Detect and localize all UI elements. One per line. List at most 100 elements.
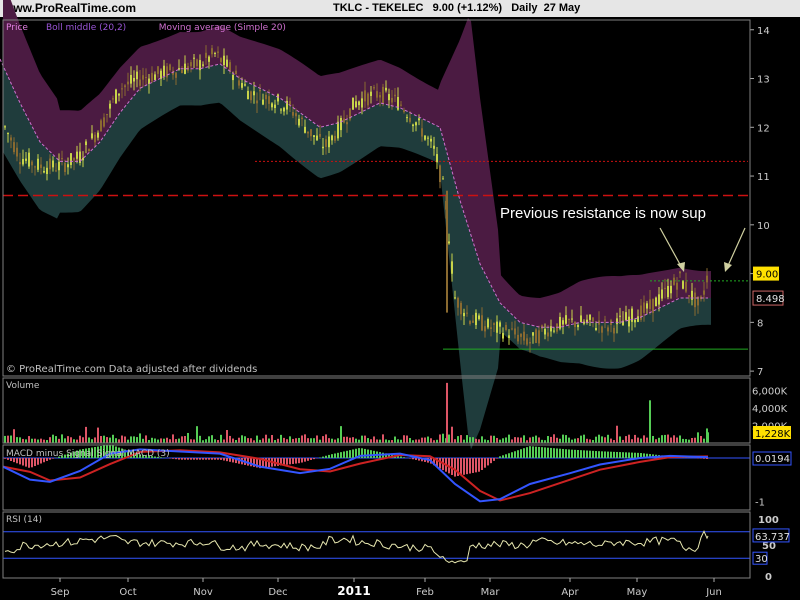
candle-body <box>592 317 594 322</box>
candle-body <box>28 152 30 167</box>
macd-histogram-bar <box>403 457 405 458</box>
candle-body <box>292 112 294 116</box>
volume-bar <box>13 429 15 443</box>
candle-body <box>313 135 315 138</box>
macd-histogram-bar <box>364 448 366 458</box>
macd-histogram-bar <box>268 458 270 467</box>
volume-bar <box>460 435 462 443</box>
volume-bar <box>325 434 327 443</box>
candle-body <box>103 117 105 127</box>
volume-bar <box>523 435 525 443</box>
volume-bar <box>481 436 483 443</box>
volume-bar <box>250 438 252 443</box>
volume-bar <box>589 439 591 443</box>
candle-body <box>346 122 348 125</box>
candle-body <box>10 137 12 141</box>
candle-body <box>325 139 327 147</box>
volume-bar <box>604 437 606 443</box>
volume-bar <box>694 437 696 443</box>
candle-body <box>454 297 456 299</box>
volume-bar <box>463 439 465 443</box>
volume-bar <box>61 434 63 443</box>
volume-bar <box>67 436 69 443</box>
price-tick-label: 8 <box>757 318 763 329</box>
volume-bar <box>496 437 498 443</box>
macd-histogram-bar <box>196 458 198 460</box>
volume-bar <box>85 426 87 443</box>
macd-histogram-bar <box>574 449 576 458</box>
candle-body <box>463 312 465 317</box>
volume-bar <box>232 438 234 443</box>
candle-body <box>169 64 171 71</box>
volume-bar <box>355 438 357 443</box>
volume-bar <box>688 439 690 443</box>
macd-histogram-bar <box>529 446 531 458</box>
volume-bar <box>106 437 108 443</box>
candle-body <box>649 299 651 309</box>
volume-bar <box>565 435 567 443</box>
volume-bar <box>331 438 333 443</box>
candle-body <box>16 147 18 157</box>
candle-body <box>310 129 312 137</box>
x-tick-label: Feb <box>416 587 434 598</box>
candle-body <box>562 320 564 325</box>
volume-title: Volume <box>6 381 40 391</box>
volume-bar <box>151 437 153 443</box>
candle-body <box>232 74 234 81</box>
x-tick-label: Mar <box>481 587 501 598</box>
volume-bar <box>361 435 363 443</box>
volume-bar <box>169 439 171 443</box>
volume-bar <box>508 434 510 443</box>
candle-body <box>460 302 462 315</box>
macd-histogram-bar <box>520 449 522 458</box>
volume-bar <box>139 433 141 443</box>
macd-histogram-bar <box>628 452 630 458</box>
volume-bar <box>667 434 669 443</box>
volume-bar <box>31 438 33 443</box>
macd-histogram-bar <box>370 450 372 458</box>
volume-bar <box>10 435 12 443</box>
macd-histogram-bar <box>439 458 441 469</box>
candle-body <box>4 126 6 128</box>
macd-histogram-bar <box>289 458 291 465</box>
candle-body <box>25 158 27 161</box>
volume-bar <box>268 438 270 443</box>
volume-bar <box>103 435 105 443</box>
macd-histogram-bar <box>325 455 327 458</box>
volume-bar <box>337 438 339 443</box>
candle-body <box>655 297 657 307</box>
candle-body <box>688 295 690 297</box>
volume-bar <box>226 430 228 443</box>
x-tick-label: Sep <box>51 587 70 598</box>
volume-bar <box>637 437 639 443</box>
volume-bar <box>397 439 399 443</box>
macd-histogram-bar <box>607 451 609 458</box>
volume-bar <box>262 438 264 443</box>
candle-body <box>91 133 93 139</box>
volume-bar <box>406 435 408 443</box>
x-tick-label: Apr <box>561 587 579 598</box>
candle-body <box>76 151 78 159</box>
macd-histogram-bar <box>322 456 324 458</box>
candle-body <box>301 117 303 120</box>
macd-tag-label: 0.0194 <box>755 454 790 465</box>
volume-bar <box>643 435 645 443</box>
candle-body <box>19 162 21 165</box>
legend-item-2: Boll middle (20,2) <box>46 23 126 33</box>
candle-body <box>457 297 459 308</box>
macd-histogram-bar <box>223 458 225 461</box>
macd-histogram-bar <box>190 458 192 460</box>
macd-histogram-bar <box>304 458 306 462</box>
volume-bar <box>265 434 267 443</box>
volume-bar <box>532 436 534 443</box>
macd-histogram-bar <box>517 450 519 458</box>
candle-body <box>163 65 165 76</box>
volume-bar <box>424 437 426 443</box>
volume-bar <box>691 437 693 443</box>
macd-histogram-bar <box>460 458 462 476</box>
volume-bar <box>181 436 183 443</box>
volume-bar <box>229 435 231 443</box>
candle-body <box>229 62 231 72</box>
macd-histogram-bar <box>550 447 552 458</box>
volume-bar <box>298 437 300 443</box>
